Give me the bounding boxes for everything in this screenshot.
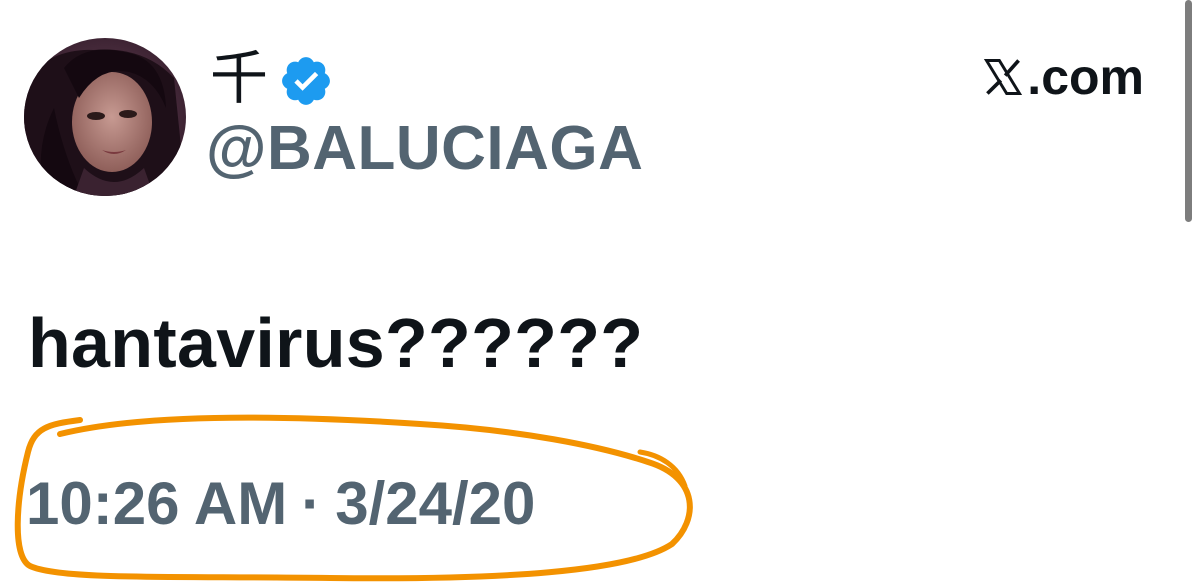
brand-x-com: .com [981, 52, 1144, 102]
avatar[interactable] [24, 38, 186, 196]
tweet-timestamp[interactable]: 10:26 AM · 3/24/20 [26, 474, 535, 534]
tweet-date: 3/24/20 [335, 470, 536, 537]
user-handle[interactable]: @BALUCIAGA [206, 118, 643, 180]
display-name[interactable]: 千 [210, 49, 268, 107]
tweet-time: 10:26 AM [26, 470, 288, 537]
timestamp-separator: · [301, 470, 322, 537]
scrollbar[interactable] [1185, 0, 1192, 222]
avatar-photo [24, 38, 186, 196]
verified-badge-icon[interactable] [278, 53, 334, 109]
tweet-screenshot: 千 @BALUCIAGA .com hantavirus?????? 10:26… [0, 0, 1200, 583]
tweet-text: hantavirus?????? [28, 304, 644, 382]
brand-label: .com [1027, 49, 1144, 105]
display-name-row: 千 [210, 40, 334, 116]
x-logo-icon [984, 59, 1023, 95]
